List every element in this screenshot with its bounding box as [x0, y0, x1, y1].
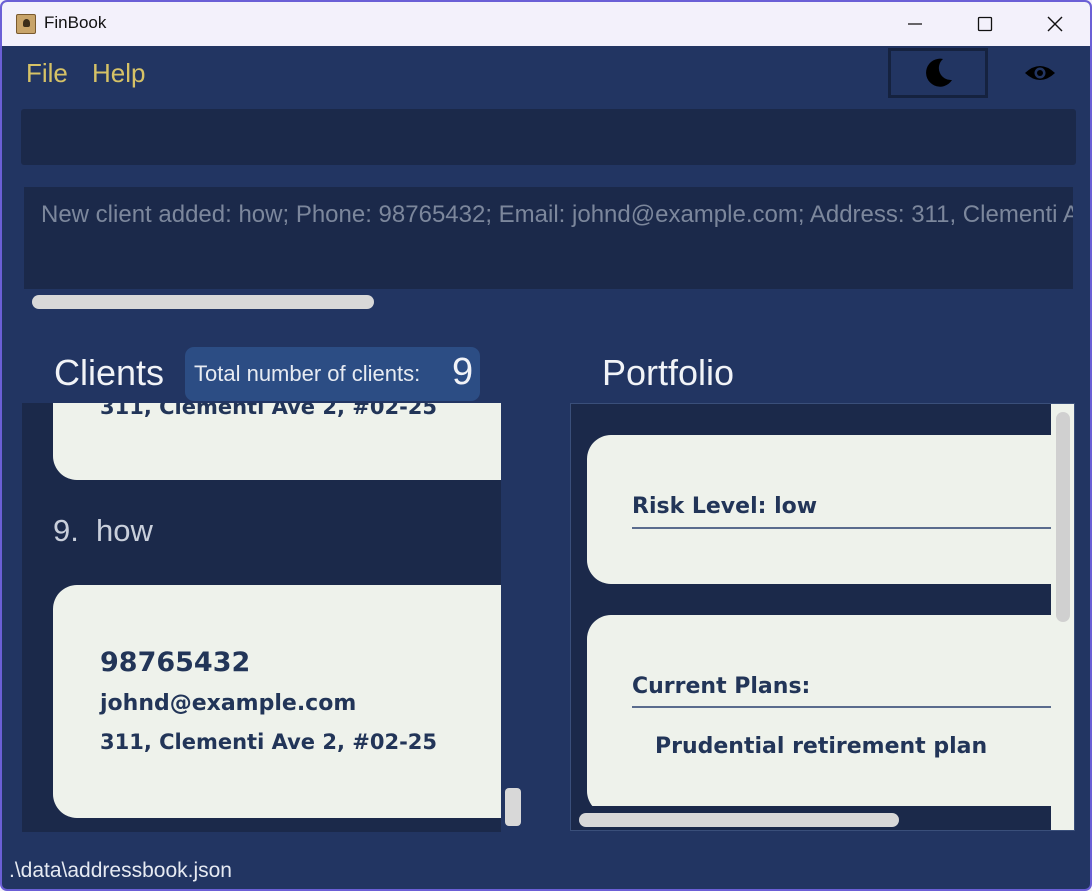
current-plans-heading: Current Plans:: [632, 674, 811, 699]
client-name[interactable]: how: [96, 513, 153, 549]
current-plans-divider: [632, 706, 1062, 708]
plan-item: Prudential retirement plan: [655, 734, 988, 759]
client-count-label: Total number of clients:: [194, 361, 421, 386]
status-bar-path: .\data\addressbook.json: [9, 859, 232, 882]
close-icon: [1047, 16, 1063, 32]
menu-help[interactable]: Help: [92, 58, 145, 89]
visibility-toggle-button[interactable]: [988, 48, 1090, 98]
clients-heading: Clients: [54, 352, 165, 393]
moon-icon: [926, 58, 952, 87]
client-list[interactable]: 311, Clementi Ave 2, #02-25 9. how 98765…: [22, 403, 501, 832]
theme-toggle-button[interactable]: [888, 48, 988, 98]
scrollbar-corner: [1051, 806, 1074, 830]
client-card-selected[interactable]: 98765432 johnd@example.com 311, Clementi…: [53, 585, 501, 818]
portfolio-horizontal-scrollbar[interactable]: [579, 813, 899, 827]
command-input[interactable]: [21, 109, 1076, 165]
eye-icon: [1025, 66, 1055, 80]
window-title: FinBook: [44, 13, 107, 32]
minimize-button[interactable]: [880, 2, 950, 46]
result-horizontal-scrollbar[interactable]: [32, 295, 374, 309]
portfolio-vertical-scrollbar[interactable]: [1056, 412, 1070, 622]
close-button[interactable]: [1020, 2, 1090, 46]
risk-level-card: Risk Level: low: [587, 435, 1062, 584]
title-bar: FinBook: [2, 2, 1090, 46]
client-list-scrollbar[interactable]: [505, 788, 521, 826]
client-card-previous[interactable]: 311, Clementi Ave 2, #02-25: [53, 403, 501, 480]
client-address: 311, Clementi Ave 2, #02-25: [100, 730, 438, 754]
risk-level-divider: [632, 527, 1062, 529]
finbook-window: FinBook File Help New client added: how;…: [0, 0, 1092, 891]
result-display[interactable]: New client added: how; Phone: 98765432; …: [24, 187, 1073, 289]
portfolio-heading: Portfolio: [602, 352, 735, 393]
menu-file[interactable]: File: [26, 58, 68, 89]
client-count-value: 9: [452, 351, 474, 393]
minimize-icon: [908, 23, 922, 25]
client-index: 9.: [53, 513, 79, 548]
address-book-icon: [16, 14, 36, 34]
maximize-icon: [977, 16, 993, 32]
client-email: johnd@example.com: [100, 691, 357, 716]
maximize-button[interactable]: [950, 2, 1020, 46]
risk-level-label: Risk Level: low: [632, 494, 818, 519]
portfolio-panel[interactable]: Risk Level: low Current Plans: Prudentia…: [570, 403, 1075, 831]
result-message: New client added: how; Phone: 98765432; …: [41, 201, 1073, 228]
client-address: 311, Clementi Ave 2, #02-25: [100, 403, 438, 419]
current-plans-card: Current Plans: Prudential retirement pla…: [587, 615, 1062, 815]
client-phone: 98765432: [100, 647, 251, 678]
client-count-badge: Total number of clients: 9: [185, 347, 480, 401]
